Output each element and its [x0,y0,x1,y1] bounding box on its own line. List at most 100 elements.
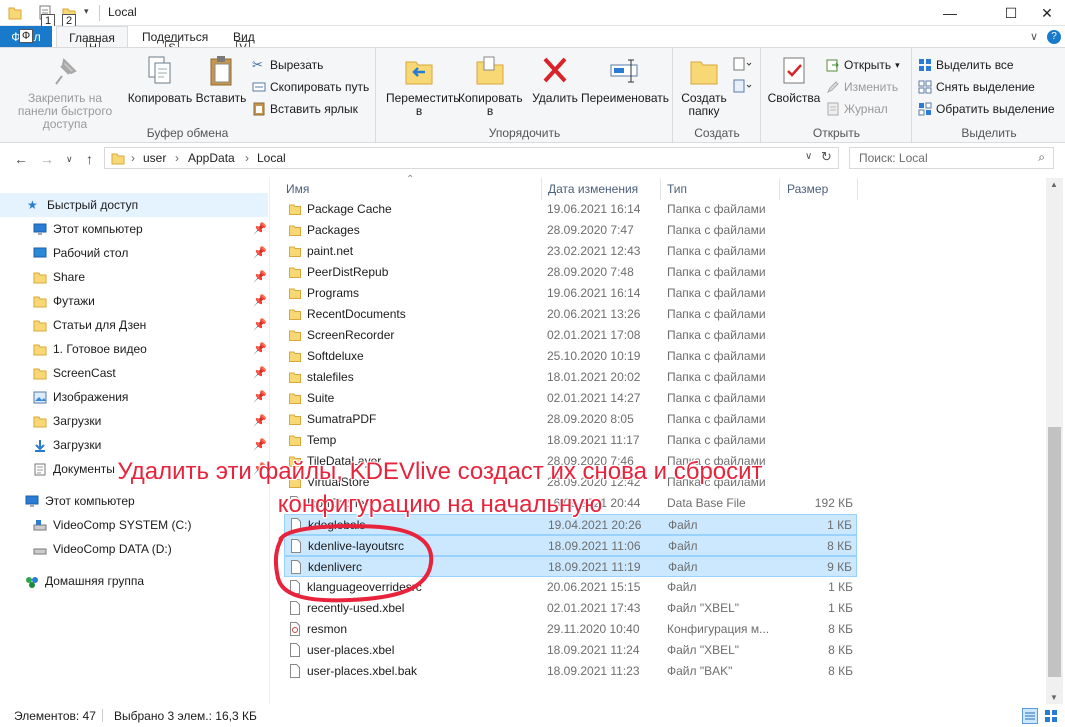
large-icons-view-icon[interactable] [1043,708,1059,724]
new-folder-button[interactable]: Создать папку [678,54,730,118]
select-all-button[interactable]: Выделить все [918,58,1014,72]
pin-icon[interactable]: 📌 [253,414,267,427]
file-row[interactable]: Programs 19.06.2021 16:14 Папка с файлами [284,283,857,304]
pin-icon[interactable]: 📌 [253,438,267,451]
file-row[interactable]: SumatraPDF 28.09.2020 8:05 Папка с файлами [284,409,857,430]
open-button[interactable]: Открыть ▾ [826,58,900,72]
file-row[interactable]: paint.net 23.02.2021 12:43 Папка с файлами [284,241,857,262]
breadcrumb-appdata[interactable]: AppData [188,151,235,165]
breadcrumb-local[interactable]: Local [257,151,286,165]
address-dropdown-icon[interactable]: ∨ [805,151,812,162]
new-item-icon[interactable] [732,56,752,72]
breadcrumb-user[interactable]: user [143,151,166,165]
pin-icon[interactable]: 📌 [253,318,267,331]
paste-button[interactable]: Вставить [194,54,248,105]
divider [99,5,100,21]
file-row[interactable]: user-places.xbel.bak 18.09.2021 11:23 Файл… [284,661,857,682]
file-row[interactable]: klanguageoverridesrc 20.06.2021 15:15 Файл… [284,577,857,598]
pin-icon[interactable]: 📌 [253,246,267,259]
copy-to-button[interactable]: Копировать в [455,54,525,118]
recent-locations-icon[interactable]: ∨ [66,154,73,165]
file-row[interactable]: Softdeluxe 25.10.2020 10:19 Папка с файлам… [284,346,857,367]
nav-pinned-item[interactable]: Загрузки 📌 [0,433,268,457]
column-header-date[interactable]: Дата изменения [548,182,638,196]
star-icon: ★ [27,197,38,212]
file-row[interactable]: kdenlive-layoutsrc 18.09.2021 11:06 Файл 8 … [284,535,857,556]
nav-pinned-item[interactable]: Этот компьютер 📌 [0,217,268,241]
ribbon-collapse-icon[interactable]: ∨ [1030,30,1038,43]
folder-icon [289,246,301,257]
file-row[interactable]: kdenliverc 18.09.2021 11:19 Файл 9 КБ [284,556,857,577]
file-row[interactable]: RecentDocuments 20.06.2021 13:26 Папка с ф… [284,304,857,325]
column-header-size[interactable]: Размер [787,182,828,196]
scrollbar-thumb[interactable] [1048,427,1061,677]
history-button[interactable]: Журнал [826,102,888,116]
file-date: 02.01.2021 17:43 [547,601,641,615]
pin-icon[interactable]: 📌 [253,342,267,355]
file-row[interactable]: Package Cache 19.06.2021 16:14 Папка с фай… [284,199,857,220]
delete-button[interactable]: Удалить [527,54,583,105]
column-divider[interactable] [541,178,542,200]
breadcrumb-separator-icon: › [245,151,249,165]
vertical-scrollbar[interactable]: ▲ ▼ [1046,178,1063,704]
invert-selection-button[interactable]: Обратить выделение [918,102,1055,116]
pin-icon[interactable]: 📌 [253,294,267,307]
forward-arrow-icon[interactable]: → [40,151,54,167]
file-row[interactable]: PeerDistRepub 28.09.2020 7:48 Папка с файл… [284,262,857,283]
nav-pinned-item[interactable]: Изображения 📌 [0,385,268,409]
file-type: Папка с файлами [667,307,766,321]
scroll-up-icon[interactable]: ▲ [1050,180,1058,189]
nav-pinned-item[interactable]: Загрузки 📌 [0,409,268,433]
nav-pinned-item[interactable]: Share 📌 [0,265,268,289]
properties-button[interactable]: Свойства [766,54,822,105]
nav-pinned-item[interactable]: ScreenCast 📌 [0,361,268,385]
nav-pinned-item[interactable]: Рабочий стол 📌 [0,241,268,265]
copy-button[interactable]: Копировать [126,54,194,105]
quick-access-dropdown[interactable]: ▾ [84,6,89,17]
refresh-icon[interactable]: ↻ [821,149,832,165]
file-row[interactable]: Suite 02.01.2021 14:27 Папка с файлами [284,388,857,409]
nav-drive-d[interactable]: VideoComp DATA (D:) [0,537,268,561]
minimize-button[interactable]: — [927,0,973,26]
pin-icon[interactable]: 📌 [253,366,267,379]
column-header-type[interactable]: Тип [667,182,687,196]
nav-pinned-item[interactable]: 1. Готовое видео 📌 [0,337,268,361]
up-arrow-icon[interactable]: ↑ [86,151,93,167]
close-button[interactable]: ✕ [1024,0,1065,26]
column-divider[interactable] [779,178,780,200]
nav-pinned-item[interactable]: Статьи для Дзен 📌 [0,313,268,337]
pin-icon[interactable]: 📌 [253,222,267,235]
column-divider[interactable] [857,178,858,200]
help-button[interactable]: ? [1047,30,1061,44]
file-row[interactable]: user-places.xbel 18.09.2021 11:24 Файл "XB… [284,640,857,661]
sort-ascending-icon: ⌃ [406,174,415,185]
column-header-name[interactable]: Имя [286,182,309,196]
pin-icon[interactable]: 📌 [253,270,267,283]
details-view-icon[interactable] [1022,708,1038,724]
select-none-button[interactable]: Снять выделение [918,80,1035,94]
file-row[interactable]: stalefiles 18.01.2021 20:02 Папка с файлам… [284,367,857,388]
paste-shortcut-button[interactable]: Вставить ярлык [252,102,358,116]
search-input[interactable]: Поиск: Local ⌕ [849,147,1054,169]
file-row[interactable]: Temp 18.09.2021 11:17 Папка с файлами [284,430,857,451]
pin-quick-access-button[interactable]: Закрепить на панели быстрого доступа [6,54,124,131]
file-row[interactable]: Packages 28.09.2020 7:47 Папка с файлами [284,220,857,241]
file-row[interactable]: ScreenRecorder 02.01.2021 17:08 Папка с фа… [284,325,857,346]
easy-access-icon[interactable] [732,78,752,94]
cut-button[interactable]: ✂ Вырезать [252,58,323,73]
pin-icon[interactable]: 📌 [253,390,267,403]
rename-button[interactable]: Переименовать [581,54,669,105]
copy-path-button[interactable]: Скопировать путь [252,80,369,94]
nav-homegroup[interactable]: Домашняя группа [0,569,268,593]
column-divider[interactable] [660,178,661,200]
address-bar[interactable]: › user › AppData › Local ∨ ↻ [104,147,839,169]
nav-quick-access[interactable]: ★ Быстрый доступ [0,193,268,217]
back-arrow-icon[interactable]: ← [14,151,28,167]
scroll-down-icon[interactable]: ▼ [1050,693,1058,702]
nav-pinned-item[interactable]: Футажи 📌 [0,289,268,313]
move-to-button[interactable]: Переместить в [383,54,460,118]
file-row[interactable]: resmon 29.11.2020 10:40 Конфигурация м... 8… [284,619,857,640]
nav-label: Домашняя группа [45,574,145,588]
file-row[interactable]: recently-used.xbel 02.01.2021 17:43 Файл "… [284,598,857,619]
edit-button[interactable]: Изменить [826,80,898,94]
